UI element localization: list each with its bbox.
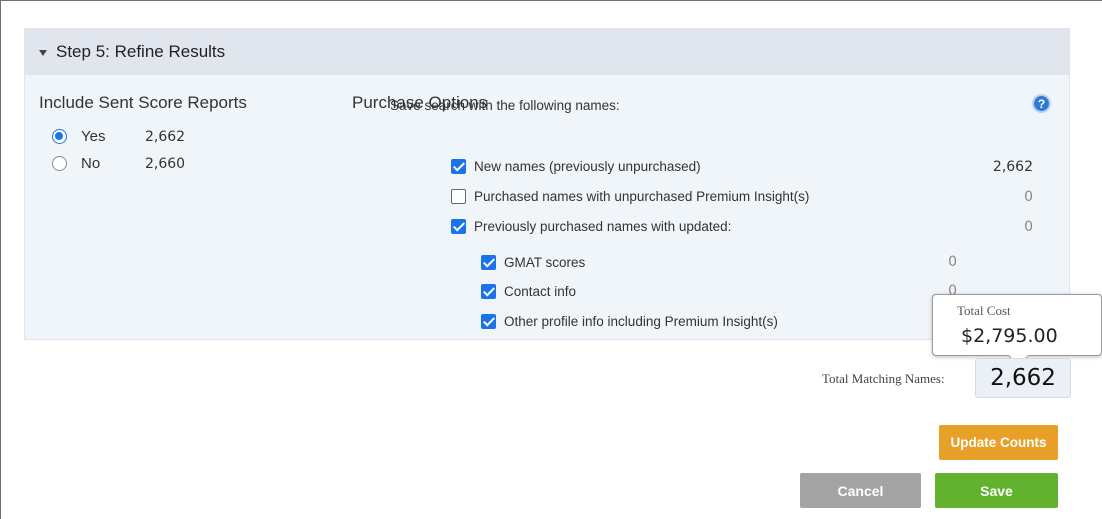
radio-yes-count: 2,662: [145, 128, 186, 145]
gmat-scores-count: 0: [948, 254, 957, 270]
total-matching-value[interactable]: 2,662: [975, 358, 1071, 398]
question-circle-icon[interactable]: ?: [1032, 94, 1051, 113]
new-names-label: New names (previously unpurchased): [474, 159, 701, 174]
radio-yes-label: Yes: [81, 128, 106, 145]
previously-purchased-label: Previously purchased names with updated:: [474, 219, 732, 234]
new-names-count: 2,662: [992, 159, 1033, 175]
radio-option-yes[interactable]: Yes 2,662: [52, 128, 185, 145]
option-new-names[interactable]: New names (previously unpurchased): [451, 159, 701, 174]
other-profile-label: Other profile info including Premium Ins…: [504, 314, 778, 329]
previously-purchased-count: 0: [1024, 219, 1033, 235]
total-matching-label: Total Matching Names:: [822, 371, 945, 386]
purchased-unpurchased-checkbox[interactable]: [451, 189, 466, 204]
option-contact-info[interactable]: Contact info: [481, 284, 576, 299]
option-previously-purchased-updated[interactable]: Previously purchased names with updated:: [451, 219, 731, 234]
radio-no-count: 2,660: [145, 155, 186, 172]
total-cost-value: $2,795.00: [961, 325, 1058, 347]
radio-yes[interactable]: [52, 129, 67, 144]
total-cost-tooltip: Total Cost $2,795.00: [932, 294, 1102, 356]
previously-purchased-checkbox[interactable]: [451, 219, 466, 234]
option-other-profile-info[interactable]: Other profile info including Premium Ins…: [481, 314, 778, 329]
caret-down-icon[interactable]: [39, 50, 47, 56]
gmat-scores-checkbox[interactable]: [481, 255, 496, 270]
new-names-checkbox[interactable]: [451, 159, 466, 174]
other-profile-checkbox[interactable]: [481, 314, 496, 329]
contact-info-checkbox[interactable]: [481, 284, 496, 299]
sent-score-title: Include Sent Score Reports: [39, 93, 247, 112]
gmat-scores-label: GMAT scores: [504, 255, 586, 270]
option-purchased-unpurchased-insights[interactable]: Purchased names with unpurchased Premium…: [451, 189, 809, 204]
radio-no[interactable]: [52, 156, 67, 171]
option-gmat-scores[interactable]: GMAT scores: [481, 255, 585, 270]
contact-info-label: Contact info: [504, 284, 577, 299]
total-cost-label: Total Cost: [957, 303, 1011, 318]
panel-title: Step 5: Refine Results: [56, 42, 226, 61]
purchased-unpurchased-label: Purchased names with unpurchased Premium…: [474, 189, 810, 204]
purchase-subtitle: Save search with the following names:: [390, 98, 620, 113]
purchased-unpurchased-count: 0: [1024, 189, 1033, 205]
save-button[interactable]: Save: [935, 473, 1058, 508]
panel-header[interactable]: Step 5: Refine Results: [25, 29, 1069, 75]
update-counts-button[interactable]: Update Counts: [939, 425, 1058, 460]
radio-option-no[interactable]: No 2,660: [52, 155, 185, 172]
cancel-button[interactable]: Cancel: [800, 473, 921, 508]
radio-no-label: No: [81, 155, 101, 172]
